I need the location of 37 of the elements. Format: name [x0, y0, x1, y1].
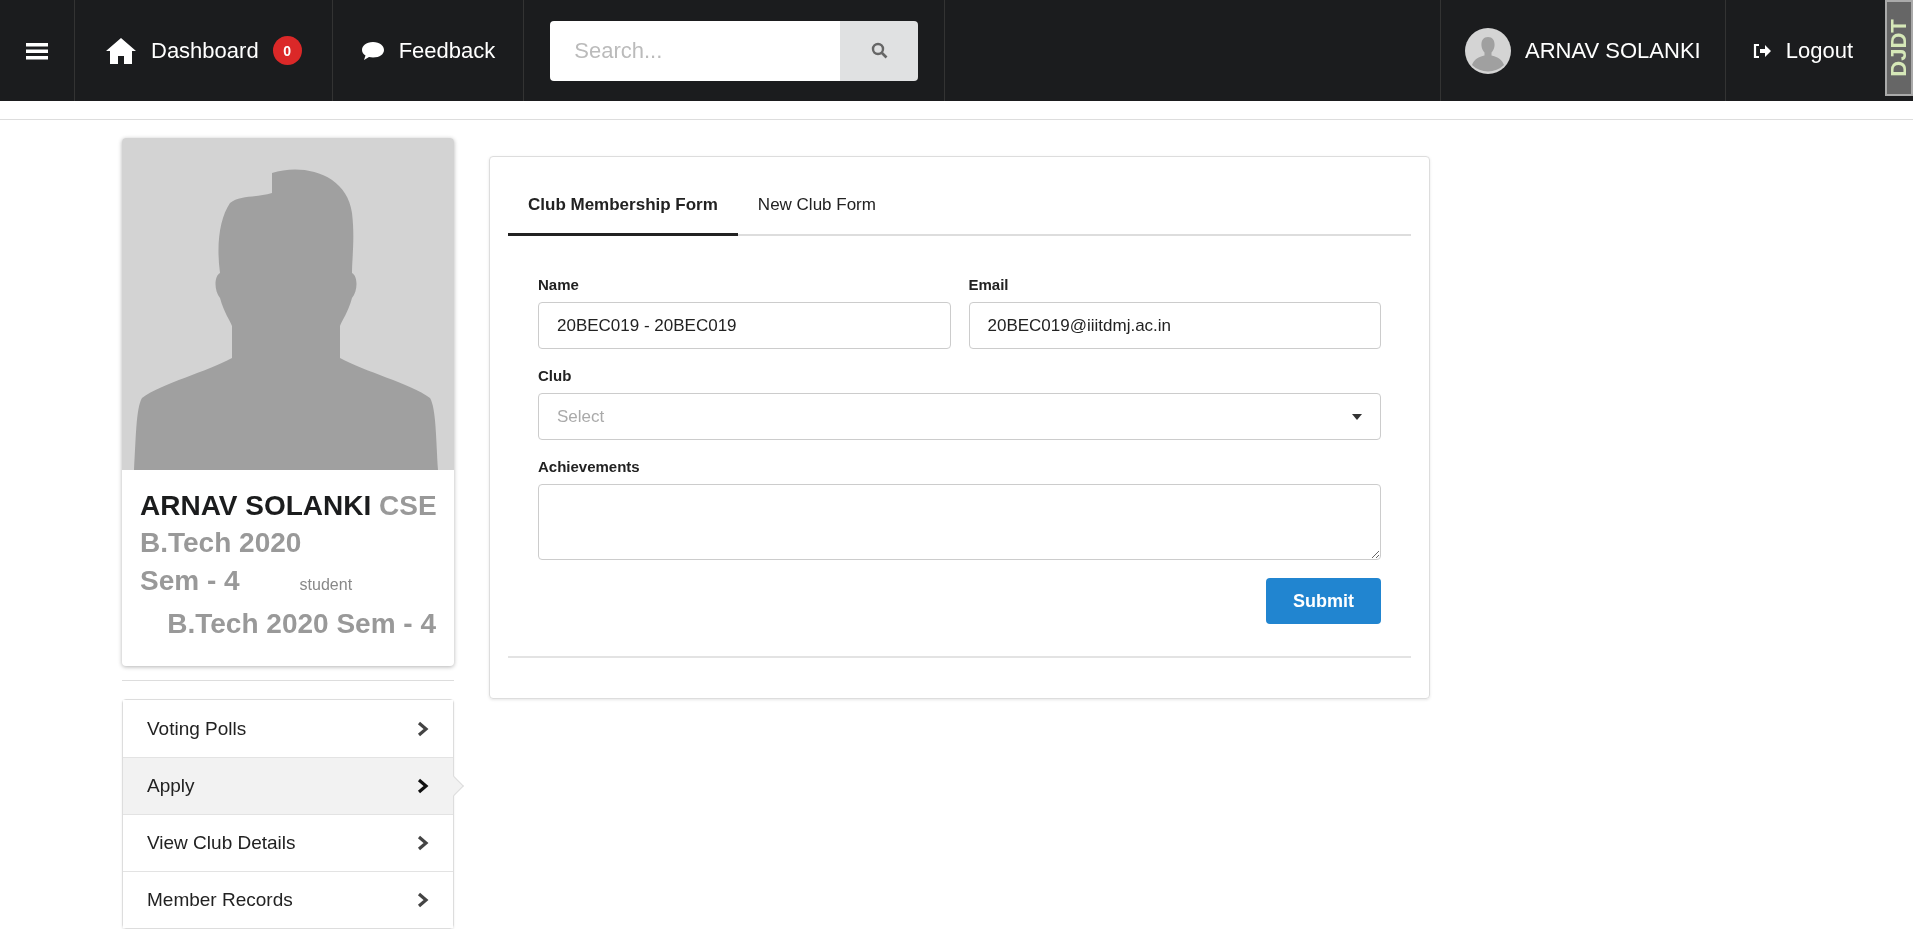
name-field[interactable]: 20BEC019 - 20BEC019: [538, 302, 951, 349]
search-button[interactable]: [840, 20, 919, 81]
email-field[interactable]: 20BEC019@iiitdmj.ac.in: [968, 302, 1381, 349]
student-name: ARNAV SOLANKI: [140, 490, 372, 521]
search-field[interactable]: Search...: [550, 20, 841, 81]
role: student: [299, 575, 353, 595]
chevron-right-icon: [417, 720, 429, 737]
menu-item[interactable]: Member Records: [123, 871, 453, 928]
submit-button[interactable]: Submit: [1266, 578, 1381, 624]
field-label: Achievements: [538, 458, 641, 475]
chevron-right-icon: [417, 778, 429, 794]
user-name[interactable]: ARNAV SOLANKI: [1525, 37, 1701, 64]
menu-icon[interactable]: [26, 41, 48, 60]
home-icon: [105, 36, 137, 65]
debug-toolbar-handle[interactable]: DJDT: [1885, 0, 1913, 96]
field-label: Club: [538, 367, 573, 384]
feedback-link[interactable]: Feedback: [398, 37, 496, 64]
chevron-right-icon: [417, 835, 429, 851]
tab[interactable]: Club Membership Form: [508, 175, 738, 236]
speech-bubble-icon: [360, 40, 385, 61]
notification-count: 0: [272, 36, 302, 65]
sign-out-icon: [1751, 42, 1772, 59]
menu-item[interactable]: Voting Polls: [123, 700, 453, 757]
search-icon: [870, 42, 888, 59]
department: CSE: [379, 490, 437, 521]
tab[interactable]: New Club Form: [737, 175, 896, 236]
programme-summary: B.Tech 2020 Sem - 4: [167, 608, 436, 639]
chevron-right-icon: [417, 892, 429, 908]
semester: Sem - 4: [140, 564, 240, 598]
caret-icon: [1352, 413, 1362, 420]
menu-item[interactable]: View Club Details: [123, 814, 453, 871]
field-label: Email: [968, 276, 1010, 293]
dashboard-link[interactable]: Dashboard: [151, 37, 259, 64]
user-avatar[interactable]: [1465, 27, 1512, 74]
programme: B.Tech 2020: [140, 526, 303, 560]
logout-link[interactable]: Logout: [1785, 37, 1853, 64]
field-label: Name: [538, 276, 580, 293]
